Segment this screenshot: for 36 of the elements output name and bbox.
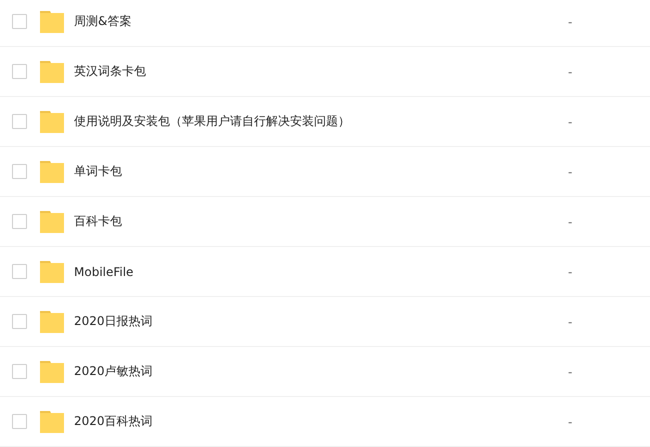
folder-icon: [40, 60, 64, 82]
file-size: -: [568, 214, 572, 228]
checkbox[interactable]: [12, 314, 27, 329]
checkbox[interactable]: [12, 164, 27, 179]
folder-icon: [40, 160, 64, 182]
checkbox[interactable]: [12, 114, 27, 129]
checkbox[interactable]: [12, 14, 27, 29]
checkbox[interactable]: [12, 414, 27, 429]
folder-icon: [40, 410, 64, 432]
file-size: -: [568, 64, 572, 78]
file-name[interactable]: 使用说明及安装包（苹果用户请自行解决安装问题）: [74, 113, 554, 130]
file-size: -: [568, 414, 572, 428]
folder-icon: [40, 260, 64, 282]
file-size: -: [568, 164, 572, 178]
file-size: -: [568, 114, 572, 128]
file-size: -: [568, 14, 572, 28]
checkbox[interactable]: [12, 214, 27, 229]
file-name[interactable]: 2020百科热词: [74, 413, 554, 430]
file-name[interactable]: 周测&答案: [74, 13, 554, 30]
file-size: -: [568, 314, 572, 328]
folder-icon: [40, 360, 64, 382]
file-size: -: [568, 264, 572, 278]
checkbox[interactable]: [12, 364, 27, 379]
file-name[interactable]: 百科卡包: [74, 213, 554, 230]
file-name[interactable]: 英汉词条卡包: [74, 63, 554, 80]
folder-icon: [40, 110, 64, 132]
folder-icon: [40, 210, 64, 232]
file-name[interactable]: 单词卡包: [74, 163, 554, 180]
folder-icon: [40, 310, 64, 332]
file-name[interactable]: 2020卢敏热词: [74, 363, 554, 380]
checkbox[interactable]: [12, 264, 27, 279]
checkbox[interactable]: [12, 64, 27, 79]
file-name[interactable]: 2020日报热词: [74, 313, 554, 330]
folder-icon: [40, 10, 64, 32]
file-size: -: [568, 364, 572, 378]
file-name[interactable]: MobileFile: [74, 264, 554, 278]
